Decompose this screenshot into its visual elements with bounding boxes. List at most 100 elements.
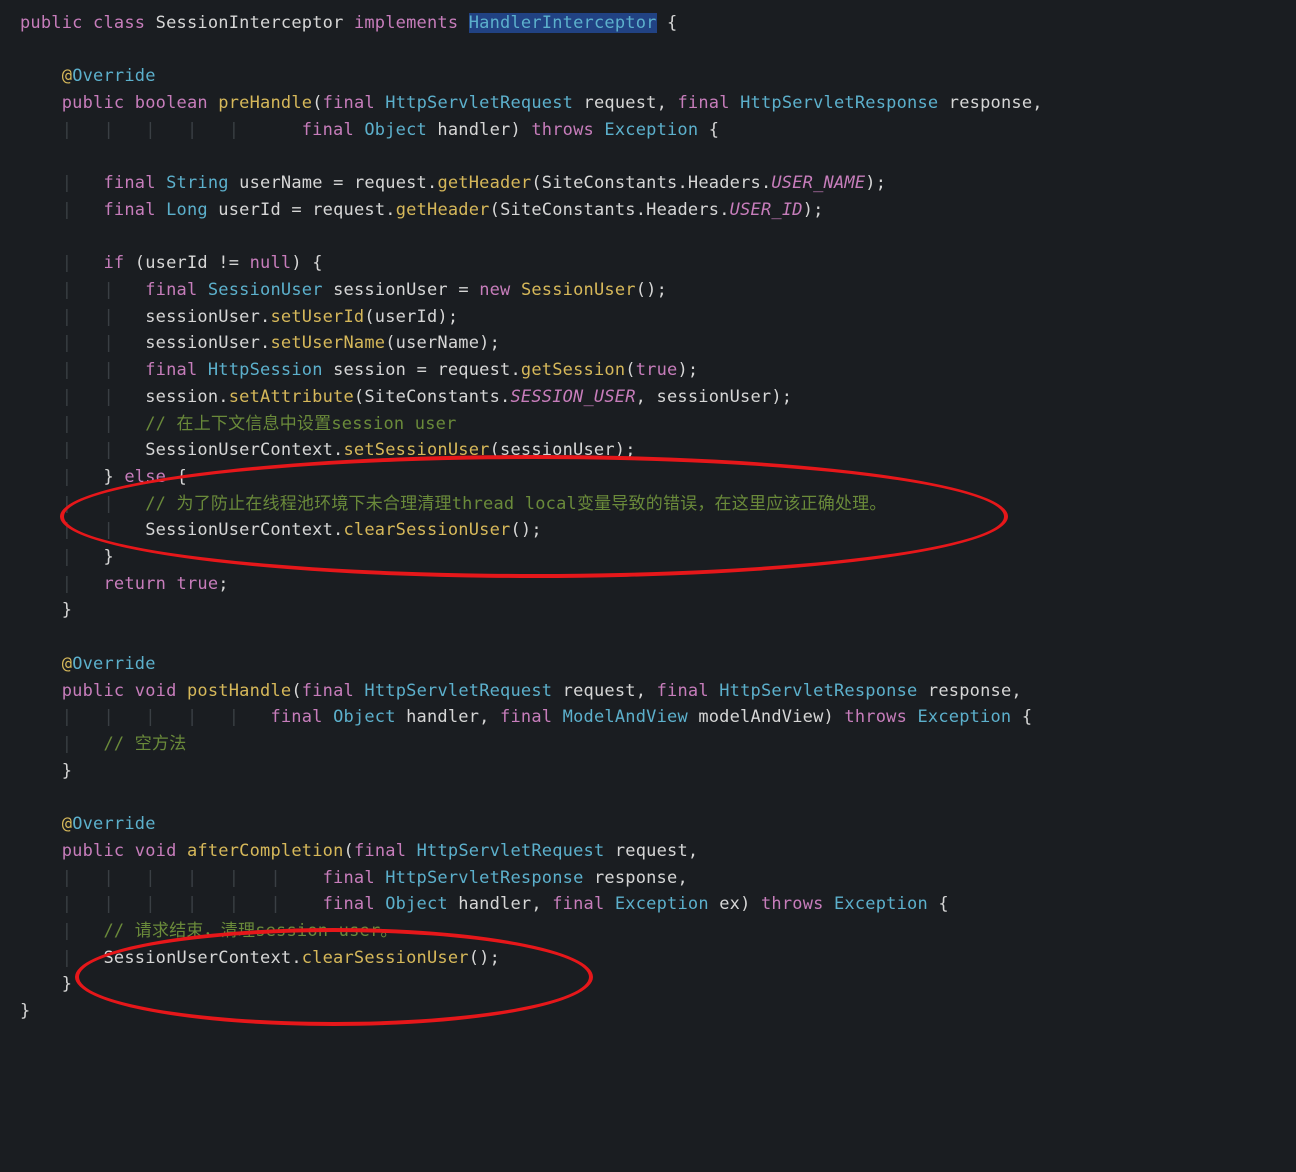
dot: . (500, 387, 510, 407)
kw-public: public (62, 681, 125, 701)
brace: } (103, 547, 113, 567)
obj: request (312, 200, 385, 220)
kw-final: final (323, 93, 375, 113)
brace: { (938, 894, 948, 914)
kw-final: final (552, 894, 604, 914)
annotation-override: Override (72, 814, 155, 834)
call: clearSessionUser (302, 948, 469, 968)
type: String (166, 173, 229, 193)
kw-final: final (270, 707, 322, 727)
obj: session (145, 387, 218, 407)
comma: , (688, 841, 698, 861)
cls: SessionUserContext (103, 948, 291, 968)
brace: } (62, 761, 72, 781)
field: USER_ID (730, 200, 803, 220)
dot: . (677, 173, 687, 193)
cls: SiteConstants (500, 200, 636, 220)
brace: { (1022, 707, 1032, 727)
kw-public: public (62, 841, 125, 861)
type: HttpServletRequest (417, 841, 605, 861)
kw-final: final (500, 707, 552, 727)
true: true (177, 574, 219, 594)
args: (); (469, 948, 500, 968)
comma: , (479, 707, 489, 727)
code-editor: public class SessionInterceptor implemen… (0, 0, 1296, 1035)
annotation-override: Override (72, 654, 155, 674)
paren: ( (135, 253, 145, 273)
param: handler (406, 707, 479, 727)
dot: . (333, 520, 343, 540)
paren: ) (510, 120, 520, 140)
type: ModelAndView (563, 707, 688, 727)
kw-final: final (354, 841, 406, 861)
kw-final: final (145, 280, 197, 300)
comma: , (636, 681, 646, 701)
type: SessionUser (208, 280, 323, 300)
type: Exception (615, 894, 709, 914)
kw-return: return (103, 574, 166, 594)
op-eq: = (417, 360, 427, 380)
method-posthandle: postHandle (187, 681, 291, 701)
brace: } (62, 600, 72, 620)
dot: . (510, 360, 520, 380)
param: response (928, 681, 1011, 701)
call: setAttribute (229, 387, 354, 407)
method-aftercompletion: afterCompletion (187, 841, 344, 861)
close: ); (803, 200, 824, 220)
paren: ( (354, 387, 364, 407)
call: getSession (521, 360, 625, 380)
param: response (594, 868, 677, 888)
close: ); (865, 173, 886, 193)
obj: sessionUser (145, 333, 260, 353)
paren: ) (291, 253, 301, 273)
var: session (333, 360, 406, 380)
arg: sessionUser (657, 387, 772, 407)
dot: . (260, 333, 270, 353)
type: HttpSession (208, 360, 323, 380)
brace: { (177, 467, 187, 487)
comment: // 在上下文信息中设置session user (145, 414, 456, 434)
dot: . (385, 200, 395, 220)
kw-final: final (323, 868, 375, 888)
semi: ; (218, 574, 228, 594)
args: (); (510, 520, 541, 540)
kw-class: class (93, 13, 145, 33)
brace: { (667, 13, 677, 33)
dot: . (719, 200, 729, 220)
brace: } (20, 1001, 30, 1021)
kw-null: null (250, 253, 292, 273)
dot: . (636, 200, 646, 220)
call: setUserId (270, 307, 364, 327)
method-prehandle: preHandle (218, 93, 312, 113)
obj: request (354, 173, 427, 193)
dot: . (427, 173, 437, 193)
param: handler (437, 120, 510, 140)
call: setSessionUser (343, 440, 489, 460)
close: ); (677, 360, 698, 380)
interface-name: HandlerInterceptor (469, 13, 657, 33)
kw-throws: throws (761, 894, 824, 914)
field: USER_NAME (771, 173, 865, 193)
type: HttpServletResponse (385, 868, 583, 888)
cls: SiteConstants (542, 173, 678, 193)
args: (userId); (364, 307, 458, 327)
dot: . (333, 440, 343, 460)
brace: } (103, 467, 113, 487)
comma: , (1011, 681, 1021, 701)
kw-implements: implements (354, 13, 458, 33)
kw-if: if (103, 253, 124, 273)
op-eq: = (291, 200, 301, 220)
type: Long (166, 200, 208, 220)
type: Object (333, 707, 396, 727)
paren: ) (740, 894, 750, 914)
paren: ( (625, 360, 635, 380)
comma: , (636, 387, 646, 407)
annotation-override: Override (72, 66, 155, 86)
cls: SiteConstants (364, 387, 500, 407)
paren: ( (490, 200, 500, 220)
kw-final: final (302, 681, 354, 701)
kw-final: final (302, 120, 354, 140)
call-close: (); (636, 280, 667, 300)
type: Exception (604, 120, 698, 140)
obj: request (437, 360, 510, 380)
